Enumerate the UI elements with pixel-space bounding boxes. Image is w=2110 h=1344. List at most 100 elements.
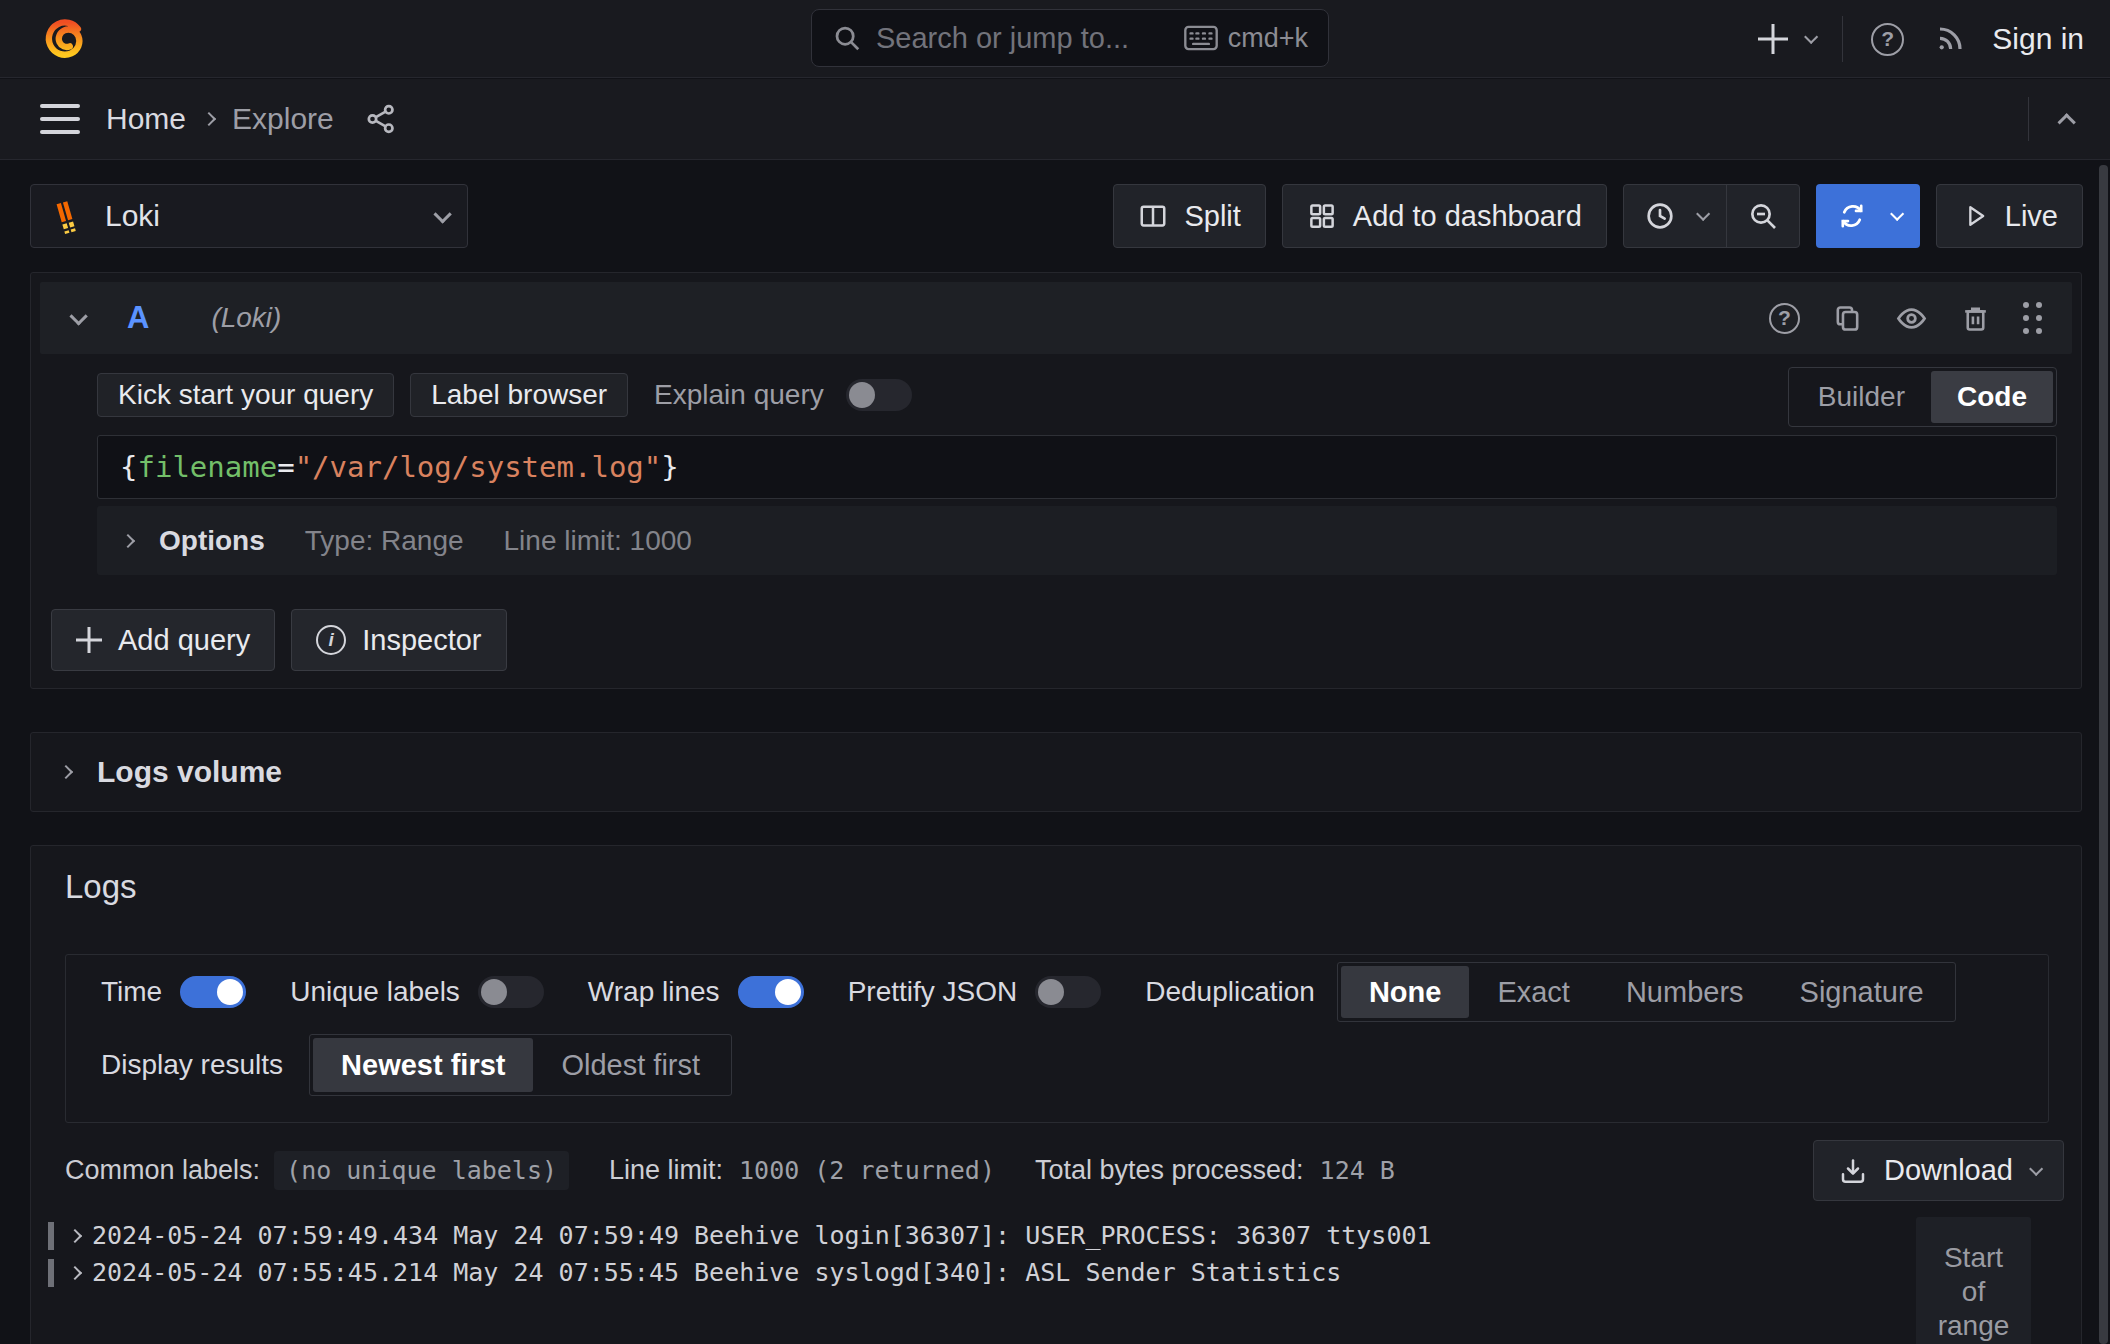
- zoom-out-icon: [1747, 200, 1779, 232]
- bytes-processed-value: 124 B: [1320, 1156, 1395, 1185]
- plus-icon: [76, 627, 102, 653]
- dedup-option-signature[interactable]: Signature: [1772, 966, 1952, 1018]
- add-to-dashboard-button[interactable]: Add to dashboard: [1282, 184, 1607, 248]
- query-ref-id: A: [127, 300, 149, 336]
- dedup-option-none[interactable]: None: [1341, 966, 1470, 1018]
- bytes-processed-label: Total bytes processed:: [1035, 1155, 1304, 1186]
- datasource-chevron-icon: [433, 205, 451, 223]
- logs-meta-row: Common labels: (no unique labels) Line l…: [65, 1151, 1395, 1190]
- nav-divider: [1842, 16, 1843, 62]
- order-oldest-first[interactable]: Oldest first: [533, 1038, 728, 1092]
- log-expand-icon[interactable]: [68, 1265, 82, 1279]
- disable-query-icon[interactable]: [1895, 302, 1928, 335]
- explain-query-label: Explain query: [654, 379, 824, 411]
- query-help-icon[interactable]: ?: [1769, 303, 1800, 334]
- news-rss-icon[interactable]: [1934, 23, 1966, 55]
- search-shortcut: cmd+k: [1228, 23, 1308, 54]
- play-icon: [1961, 202, 1989, 230]
- dedup-option-numbers[interactable]: Numbers: [1598, 966, 1772, 1018]
- add-query-button[interactable]: Add query: [51, 609, 275, 671]
- explore-toolbar: Loki Split Add to dashboard: [30, 184, 2083, 248]
- time-picker-chevron-icon: [1696, 207, 1710, 221]
- logs-controls: Time Unique labels Wrap lines Prettify J…: [65, 954, 2049, 1123]
- download-button[interactable]: Download: [1813, 1140, 2064, 1201]
- order-newest-first[interactable]: Newest first: [313, 1038, 533, 1092]
- top-navigation: Search or jump to... cmd+k ? Sign in: [0, 0, 2110, 78]
- help-icon[interactable]: ?: [1871, 23, 1904, 56]
- breadcrumb-bar: Home Explore: [0, 79, 2110, 160]
- query-code-input[interactable]: {filename="/var/log/system.log"}: [97, 435, 2057, 499]
- logs-title: Logs: [65, 868, 137, 906]
- datasource-name: Loki: [105, 199, 160, 233]
- logs-volume-section[interactable]: Logs volume: [30, 732, 2082, 812]
- query-row-header[interactable]: A (Loki) ?: [40, 282, 2072, 354]
- query-editor-panel: A (Loki) ? Kick start your query Label b…: [30, 272, 2082, 689]
- datasource-picker[interactable]: Loki: [30, 184, 468, 248]
- download-icon: [1838, 1156, 1868, 1186]
- live-button[interactable]: Live: [1936, 184, 2083, 248]
- breadcrumb-separator-icon: [202, 112, 216, 126]
- share-icon[interactable]: [364, 102, 398, 136]
- search-input[interactable]: Search or jump to... cmd+k: [811, 9, 1329, 67]
- log-row[interactable]: 2024-05-24 07:59:49.434 May 24 07:59:49 …: [48, 1217, 2057, 1254]
- log-level-bar: [48, 1222, 54, 1250]
- log-expand-icon[interactable]: [68, 1228, 82, 1242]
- line-limit-value: 1000 (2 returned): [739, 1156, 995, 1185]
- zoom-out-time-button[interactable]: [1727, 185, 1799, 247]
- prettify-json-toggle-label: Prettify JSON: [848, 976, 1018, 1008]
- new-menu-chevron-icon[interactable]: [1804, 30, 1818, 44]
- log-level-bar: [48, 1259, 54, 1287]
- split-button[interactable]: Split: [1113, 184, 1265, 248]
- builder-mode-option[interactable]: Builder: [1792, 371, 1931, 423]
- time-picker-button[interactable]: [1624, 185, 1726, 247]
- query-options[interactable]: Options Type: Range Line limit: 1000: [97, 506, 2057, 575]
- order-radio-group: Newest first Oldest first: [309, 1034, 732, 1096]
- sync-icon: [1836, 200, 1868, 232]
- collapse-nav-icon[interactable]: [2057, 113, 2075, 131]
- refresh-chevron-icon: [1890, 207, 1904, 221]
- unique-labels-toggle-label: Unique labels: [290, 976, 460, 1008]
- dedup-option-exact[interactable]: Exact: [1469, 966, 1598, 1018]
- kick-start-query-button[interactable]: Kick start your query: [97, 373, 394, 417]
- info-icon: i: [316, 625, 346, 655]
- explain-query-toggle[interactable]: [846, 379, 912, 411]
- search-placeholder: Search or jump to...: [876, 22, 1129, 55]
- inspector-button[interactable]: i Inspector: [291, 609, 506, 671]
- time-picker: [1623, 184, 1800, 248]
- breadcrumb-home[interactable]: Home: [106, 102, 186, 136]
- subnav-divider: [2028, 97, 2029, 141]
- breadcrumb-explore[interactable]: Explore: [232, 102, 334, 136]
- remove-query-icon[interactable]: [1960, 303, 1991, 334]
- logs-panel: Logs Time Unique labels Wrap lines Prett…: [30, 845, 2082, 1344]
- deduplication-label: Deduplication: [1145, 976, 1315, 1008]
- download-chevron-icon: [2029, 1161, 2043, 1175]
- keyboard-icon: [1184, 25, 1218, 51]
- breadcrumb: Home Explore: [106, 79, 398, 159]
- grafana-logo-icon[interactable]: [42, 16, 88, 62]
- query-collapse-icon[interactable]: [69, 307, 87, 325]
- menu-toggle-icon[interactable]: [40, 104, 80, 134]
- unique-labels-toggle[interactable]: [478, 976, 544, 1008]
- refresh-button-group: [1816, 184, 1920, 248]
- scrollbar[interactable]: [2099, 165, 2108, 1344]
- common-labels-label: Common labels:: [65, 1155, 260, 1186]
- wrap-lines-toggle[interactable]: [738, 976, 804, 1008]
- clock-icon: [1644, 200, 1676, 232]
- line-limit-label: Line limit:: [609, 1155, 723, 1186]
- common-labels-value: (no unique labels): [274, 1151, 569, 1190]
- log-row[interactable]: 2024-05-24 07:55:45.214 May 24 07:55:45 …: [48, 1254, 2057, 1291]
- logs-volume-expand-icon: [59, 765, 73, 779]
- prettify-json-toggle[interactable]: [1035, 976, 1101, 1008]
- label-browser-button[interactable]: Label browser: [410, 373, 628, 417]
- sign-in-link[interactable]: Sign in: [1992, 22, 2084, 56]
- refresh-button[interactable]: [1820, 184, 1884, 248]
- new-menu-icon[interactable]: [1758, 24, 1788, 54]
- drag-handle-icon[interactable]: [2023, 302, 2042, 334]
- refresh-interval-chevron[interactable]: [1884, 184, 1916, 248]
- time-toggle[interactable]: [180, 976, 246, 1008]
- search-icon: [832, 23, 862, 53]
- code-mode-option[interactable]: Code: [1931, 371, 2053, 423]
- wrap-lines-toggle-label: Wrap lines: [588, 976, 720, 1008]
- loki-datasource-icon: [51, 198, 87, 234]
- duplicate-query-icon[interactable]: [1832, 303, 1863, 334]
